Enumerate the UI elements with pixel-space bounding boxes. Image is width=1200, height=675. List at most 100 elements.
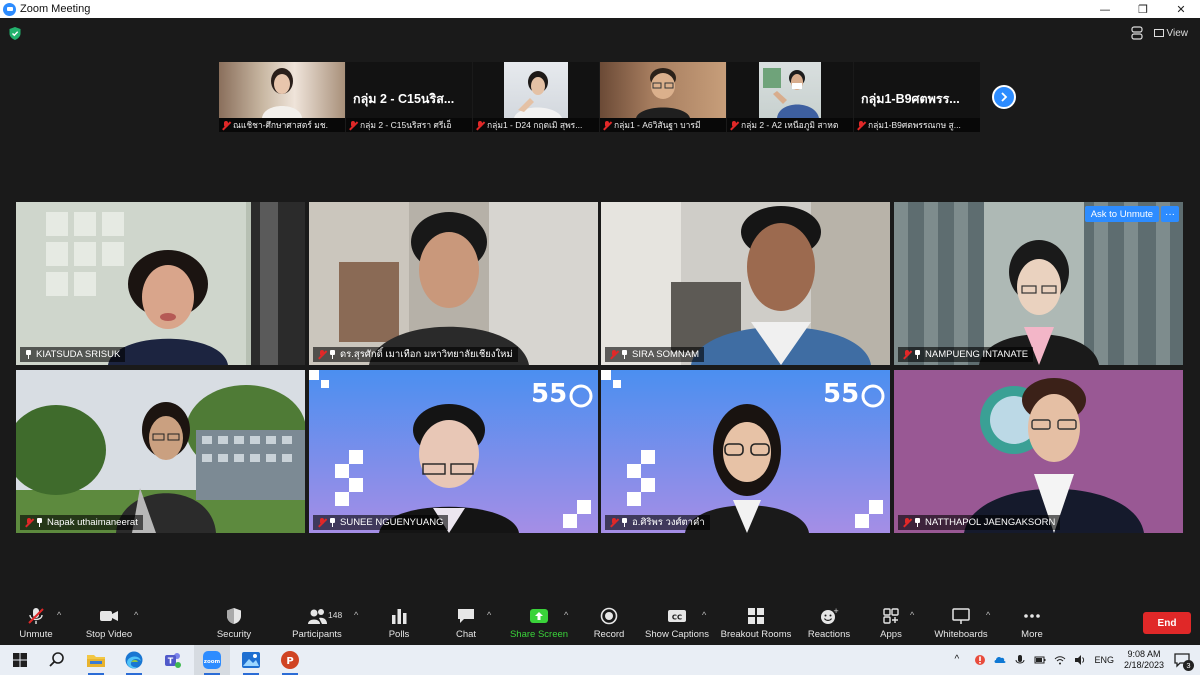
- next-page-button[interactable]: [992, 85, 1016, 109]
- thumb-name: กลุ่ม1-B9ศตพรรณกษ สู...: [854, 118, 980, 132]
- participant-video: [601, 202, 890, 365]
- immersive-view-icon[interactable]: [1130, 26, 1144, 40]
- video-tile[interactable]: ดร.สุรศักดิ์ เมาเทือก มหาวิทยาลัยเชียงให…: [309, 202, 598, 365]
- mic-off-icon: [25, 518, 33, 527]
- strip-thumb[interactable]: กลุ่ม1-B9ศตพรร... กลุ่ม1-B9ศตพรรณกษ สู..…: [854, 62, 980, 132]
- participant-video: [16, 202, 305, 365]
- view-button[interactable]: View: [1153, 28, 1188, 39]
- system-clock[interactable]: 9:08 AM 2/18/2023: [1124, 649, 1164, 671]
- edge-browser-icon[interactable]: [124, 650, 144, 670]
- microphone-tray-icon[interactable]: [1014, 654, 1026, 666]
- reactions-button[interactable]: + Reactions: [805, 600, 853, 645]
- whiteboards-chevron-icon[interactable]: ^: [986, 610, 990, 620]
- close-button[interactable]: ✕: [1162, 0, 1200, 18]
- svg-text:+: +: [833, 607, 839, 615]
- participant-strip: ณแชิชา-ศึกษาศาสตร์ มช. กลุ่ม 2 - C15นริส…: [219, 62, 980, 132]
- notification-count-badge: 3: [1183, 660, 1194, 671]
- ask-to-unmute-button[interactable]: Ask to Unmute: [1084, 206, 1159, 222]
- participant-avatar: [636, 68, 690, 118]
- tile-more-button[interactable]: ···: [1161, 206, 1179, 222]
- chat-bubble-icon: [458, 609, 474, 623]
- participant-name-label: NATTHAPOL JAENGAKSORN: [898, 515, 1061, 530]
- mic-off-icon: [349, 120, 357, 130]
- apps-button[interactable]: Apps: [876, 600, 906, 645]
- show-captions-button[interactable]: CC Show Captions: [644, 600, 710, 645]
- input-language[interactable]: ENG: [1094, 655, 1114, 665]
- captions-chevron-icon[interactable]: ^: [702, 610, 706, 620]
- pin-icon: [621, 518, 628, 527]
- onedrive-cloud-icon[interactable]: [994, 654, 1006, 666]
- video-tile[interactable]: SIRA SOMNAM: [601, 202, 890, 365]
- video-options-chevron-icon[interactable]: ^: [134, 610, 138, 620]
- powerpoint-icon[interactable]: P: [280, 650, 300, 670]
- share-chevron-icon[interactable]: ^: [564, 610, 568, 620]
- battery-icon[interactable]: [1034, 654, 1046, 666]
- strip-thumb[interactable]: กลุ่ม 2 - A2 เหนือภูมิ สาหต: [727, 62, 853, 132]
- video-tile[interactable]: Ask to Unmute ··· NAMPUENG INTANATE: [894, 202, 1183, 365]
- strip-thumb[interactable]: กลุ่ม 2 - C15นริส... กลุ่ม 2 - C15นริสรา…: [346, 62, 472, 132]
- share-screen-icon: [530, 609, 548, 623]
- whiteboards-button[interactable]: Whiteboards: [930, 600, 992, 645]
- wifi-icon[interactable]: [1054, 654, 1066, 666]
- system-tray: ^ ENG 9:08 AM 2/18/2023 3: [950, 645, 1200, 675]
- end-meeting-button[interactable]: End: [1143, 612, 1191, 634]
- pin-icon: [36, 518, 43, 527]
- mic-off-icon: [610, 350, 618, 359]
- polls-bar-chart-icon: [392, 609, 407, 624]
- zoom-logo-icon: [3, 2, 16, 16]
- participants-chevron-icon[interactable]: ^: [354, 610, 358, 620]
- security-button[interactable]: Security: [212, 600, 256, 645]
- video-tile[interactable]: 55 SUNEE NGUENYUANG: [309, 370, 598, 533]
- participant-video: 55: [601, 370, 890, 533]
- volume-icon[interactable]: [1074, 654, 1086, 666]
- security-shield-icon[interactable]: [9, 27, 21, 40]
- minimize-button[interactable]: —: [1086, 0, 1124, 18]
- participant-video: [16, 370, 305, 533]
- file-explorer-icon[interactable]: [86, 650, 106, 670]
- polls-button[interactable]: Polls: [383, 600, 415, 645]
- show-hidden-icons-chevron-icon[interactable]: ^: [954, 654, 966, 666]
- mic-off-icon: [903, 518, 911, 527]
- participant-name-label: SIRA SOMNAM: [605, 347, 705, 362]
- maximize-button[interactable]: ❐: [1124, 0, 1162, 18]
- strip-thumb[interactable]: กลุ่ม1 - D24 กฤตเมิ สุพร...: [473, 62, 599, 132]
- search-icon[interactable]: [47, 650, 67, 670]
- zoom-app-icon[interactable]: zoom: [202, 650, 222, 670]
- photos-app-icon[interactable]: [241, 650, 261, 670]
- chat-button[interactable]: Chat: [450, 600, 482, 645]
- participant-video: [894, 202, 1183, 365]
- strip-thumb[interactable]: กลุ่ม1 - A6วิสันฐา บารมี: [600, 62, 726, 132]
- reactions-smiley-icon: +: [821, 607, 839, 624]
- mic-off-icon: [610, 518, 618, 527]
- apps-chevron-icon[interactable]: ^: [910, 610, 914, 620]
- thumb-name: ณแชิชา-ศึกษาศาสตร์ มช.: [219, 118, 345, 132]
- windows-start-icon[interactable]: [10, 650, 30, 670]
- thumb-name: กลุ่ม 2 - A2 เหนือภูมิ สาหต: [727, 118, 853, 132]
- participants-button[interactable]: Participants: [290, 600, 344, 645]
- breakout-rooms-button[interactable]: Breakout Rooms: [720, 600, 792, 645]
- meeting-toolbar: Unmute ^ Stop Video ^ Security Participa…: [0, 600, 1200, 645]
- teams-icon[interactable]: T: [163, 650, 183, 670]
- window-title: Zoom Meeting: [20, 3, 91, 15]
- strip-thumb[interactable]: ณแชิชา-ศึกษาศาสตร์ มช.: [219, 62, 345, 132]
- share-screen-button[interactable]: Share Screen: [508, 600, 570, 645]
- mic-off-icon: [903, 350, 911, 359]
- pin-icon: [621, 350, 628, 359]
- video-tile[interactable]: 55 อ.ศิริพร วงศ์ตาคำ: [601, 370, 890, 533]
- stop-video-button[interactable]: Stop Video: [83, 600, 135, 645]
- network-alert-icon[interactable]: [974, 654, 986, 666]
- more-button[interactable]: More: [1016, 600, 1048, 645]
- chat-chevron-icon[interactable]: ^: [487, 610, 491, 620]
- unmute-button[interactable]: Unmute: [14, 600, 58, 645]
- mic-off-icon: [857, 120, 865, 130]
- audio-options-chevron-icon[interactable]: ^: [57, 610, 61, 620]
- video-tile[interactable]: Napak uthaimaneerat: [16, 370, 305, 533]
- video-tile-active-speaker[interactable]: KIATSUDA SRISUK: [16, 202, 305, 365]
- apps-icon: [883, 608, 899, 624]
- breakout-rooms-icon: [748, 608, 764, 624]
- record-button[interactable]: Record: [590, 600, 628, 645]
- notifications-button[interactable]: 3: [1172, 649, 1194, 671]
- mic-off-icon: [603, 120, 611, 130]
- video-tile[interactable]: NATTHAPOL JAENGAKSORN: [894, 370, 1183, 533]
- grid-icon: [1153, 29, 1164, 37]
